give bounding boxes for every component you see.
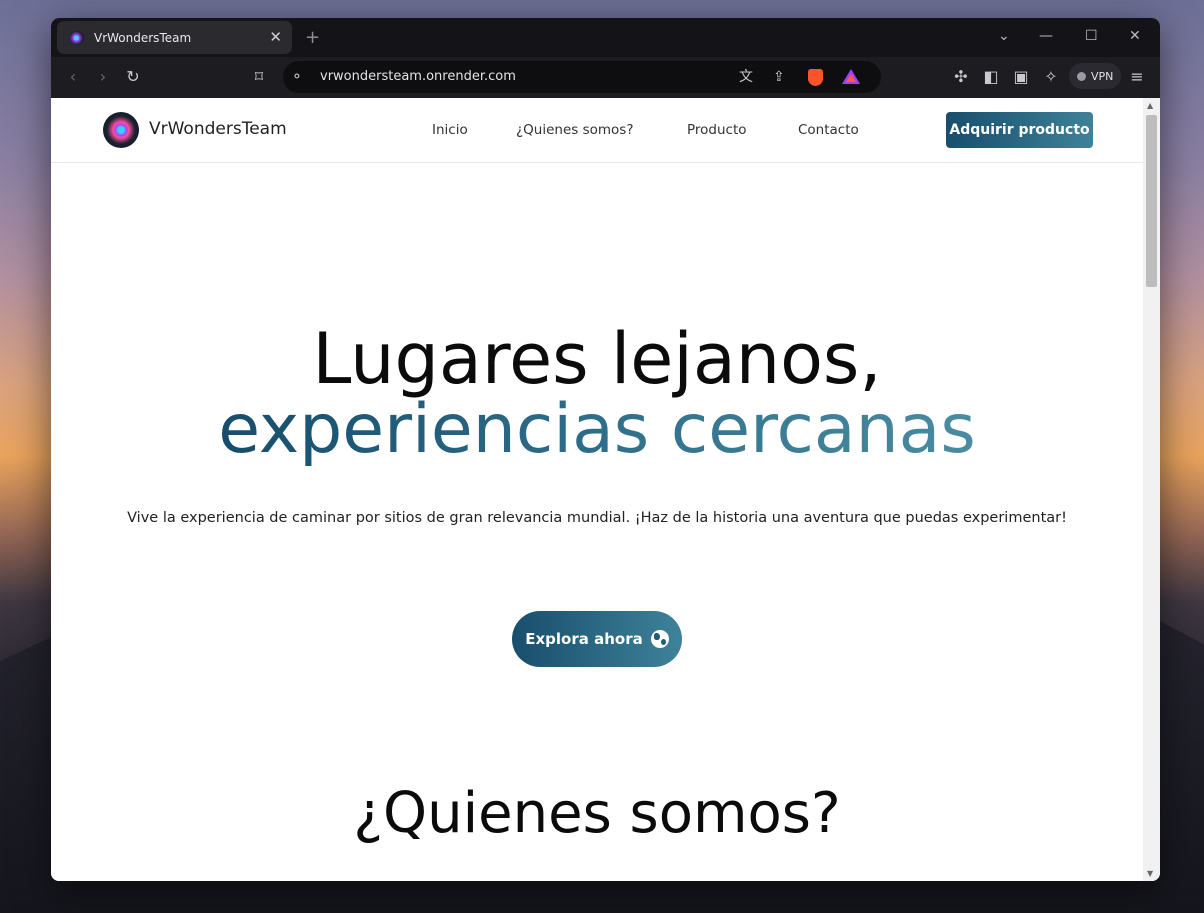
vpn-button[interactable]: VPN [1069, 63, 1122, 89]
url-text[interactable]: vrwondersteam.onrender.com [320, 69, 516, 84]
explore-button-label: Explora ahora [525, 630, 643, 648]
scrollbar-thumb[interactable] [1146, 115, 1157, 287]
address-bar[interactable]: ⚬ vrwondersteam.onrender.com 文 ⇪ [283, 61, 881, 93]
minimize-icon[interactable]: — [1039, 29, 1053, 43]
about-section-title: ¿Quienes somos? [353, 781, 841, 846]
hero-title-gradient-text: experiencias cercanas [218, 390, 976, 469]
brave-rewards-icon[interactable] [842, 69, 860, 84]
nav-link-contacto[interactable]: Contacto [798, 122, 859, 138]
extensions-icon[interactable]: ✣ [951, 67, 971, 87]
buy-product-button[interactable]: Adquirir producto [946, 112, 1093, 148]
site-navbar: VrWondersTeam Inicio ¿Quienes somos? Pro… [51, 98, 1143, 163]
nav-link-producto[interactable]: Producto [687, 122, 747, 138]
maximize-icon[interactable]: ☐ [1085, 29, 1098, 43]
vpn-status-icon [1077, 71, 1086, 81]
window-close-icon[interactable]: ✕ [1129, 29, 1141, 43]
page-viewport: VrWondersTeam Inicio ¿Quienes somos? Pro… [51, 98, 1143, 881]
scroll-up-icon[interactable]: ▲ [1147, 101, 1153, 110]
leo-ai-icon[interactable]: ✧ [1041, 67, 1061, 87]
explore-button[interactable]: Explora ahora [512, 611, 682, 667]
brave-shields-icon[interactable] [808, 69, 823, 86]
nav-link-quienes-somos[interactable]: ¿Quienes somos? [516, 122, 634, 138]
plus-icon[interactable]: + [305, 27, 320, 48]
browser-window: VrWondersTeam ✕ + ⌄ — ☐ ✕ ‹ › ↻ ⌑ ⚬ vrwo… [51, 18, 1160, 881]
brand-logo[interactable] [103, 112, 139, 148]
scroll-down-icon[interactable]: ▼ [1147, 869, 1153, 878]
translate-icon[interactable]: 文 [739, 68, 753, 86]
vpn-label: VPN [1091, 69, 1114, 83]
share-icon[interactable]: ⇪ [773, 68, 785, 86]
favicon-icon [70, 30, 84, 45]
brand-name[interactable]: VrWondersTeam [149, 119, 287, 139]
title-bar: VrWondersTeam ✕ + ⌄ — ☐ ✕ [51, 18, 1160, 57]
tab-title: VrWondersTeam [94, 30, 192, 45]
bookmark-icon[interactable]: ⌑ [249, 67, 269, 87]
browser-toolbar: ‹ › ↻ ⌑ ⚬ vrwondersteam.onrender.com 文 ⇪… [51, 57, 1160, 98]
nav-link-inicio[interactable]: Inicio [432, 122, 468, 138]
wallet-icon[interactable]: ▣ [1011, 67, 1031, 87]
hero-title-line1: Lugares lejanos, [312, 318, 882, 400]
browser-tab[interactable]: VrWondersTeam ✕ [57, 21, 292, 54]
menu-icon[interactable]: ≡ [1127, 67, 1147, 87]
hero-title-line2: experiencias cercanas [51, 396, 1143, 464]
reload-icon[interactable]: ↻ [123, 67, 143, 87]
back-icon[interactable]: ‹ [63, 67, 83, 87]
close-icon[interactable]: ✕ [269, 30, 282, 45]
sidebar-icon[interactable]: ◧ [981, 67, 1001, 87]
site-info-icon[interactable]: ⚬ [291, 68, 303, 86]
forward-icon[interactable]: › [93, 67, 113, 87]
hero-subtitle: Vive la experiencia de caminar por sitio… [127, 510, 1067, 526]
chevron-down-icon[interactable]: ⌄ [998, 29, 1010, 43]
scrollbar[interactable]: ▲ ▼ [1143, 98, 1160, 881]
globe-icon [650, 630, 669, 648]
